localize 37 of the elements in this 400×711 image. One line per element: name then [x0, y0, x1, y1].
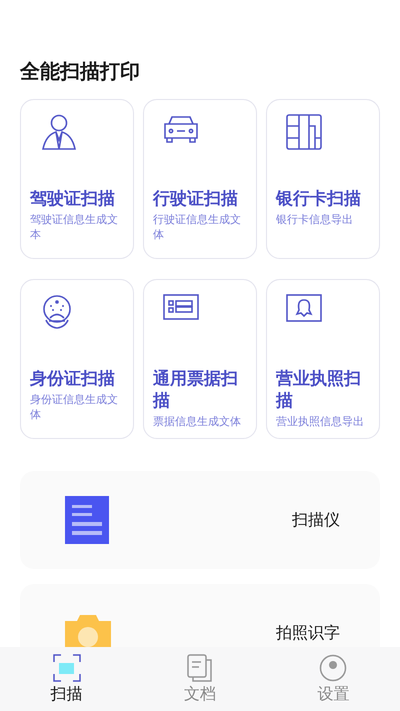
camera-icon — [65, 613, 111, 647]
scan-tool-card[interactable]: 银行卡扫描 银行卡信息导出 — [266, 99, 380, 259]
ticket-icon — [163, 294, 199, 320]
tool-title: 驾驶证扫描 — [30, 188, 116, 210]
feature-card[interactable]: 拍照识字 — [20, 584, 380, 647]
nav-tab[interactable]: 扫描 — [0, 647, 134, 711]
tool-description: 身份证信息生成文体 — [30, 392, 119, 422]
tool-description: 票据信息生成文体 — [153, 414, 242, 429]
profile-icon — [319, 654, 348, 682]
scan-tool-card[interactable]: 身份证扫描 身份证信息生成文体 — [20, 279, 134, 439]
scan-tool-card[interactable]: 营业执照扫描 营业执照信息导出 — [266, 279, 380, 439]
scan-tool-card[interactable]: 驾驶证扫描 驾驶证信息生成文本 — [20, 99, 134, 259]
certificate-icon — [286, 294, 322, 322]
tool-description: 营业执照信息导出 — [276, 414, 365, 429]
scan-icon — [52, 654, 81, 682]
tool-description: 银行卡信息导出 — [276, 212, 354, 227]
feature-label: 扫描仪 — [292, 510, 340, 530]
document-icon — [65, 496, 109, 544]
nav-tab[interactable]: 文档 — [133, 647, 267, 711]
tool-title: 营业执照扫描 — [276, 368, 362, 412]
nav-tab[interactable]: 设置 — [266, 647, 400, 711]
document-icon — [186, 654, 213, 682]
person-icon — [40, 114, 78, 150]
tool-description: 行驶证信息生成文体 — [153, 212, 242, 242]
scan-tool-card[interactable]: 通用票据扫描 票据信息生成文体 — [143, 279, 257, 439]
tool-title: 行驶证扫描 — [153, 188, 239, 210]
tool-description: 驾驶证信息生成文本 — [30, 212, 119, 242]
tool-title: 通用票据扫描 — [153, 368, 239, 412]
feature-card[interactable]: 扫描仪 — [20, 471, 380, 569]
feature-label: 拍照识字 — [276, 622, 340, 644]
tool-title: 身份证扫描 — [30, 368, 116, 390]
section-title: 全能扫描打印 — [20, 58, 141, 85]
scan-tool-card[interactable]: 行驶证扫描 行驶证信息生成文体 — [143, 99, 257, 259]
emblem-icon — [40, 294, 74, 330]
car-icon — [163, 114, 199, 144]
tool-title: 银行卡扫描 — [276, 188, 362, 210]
card-chip-icon — [286, 114, 322, 150]
